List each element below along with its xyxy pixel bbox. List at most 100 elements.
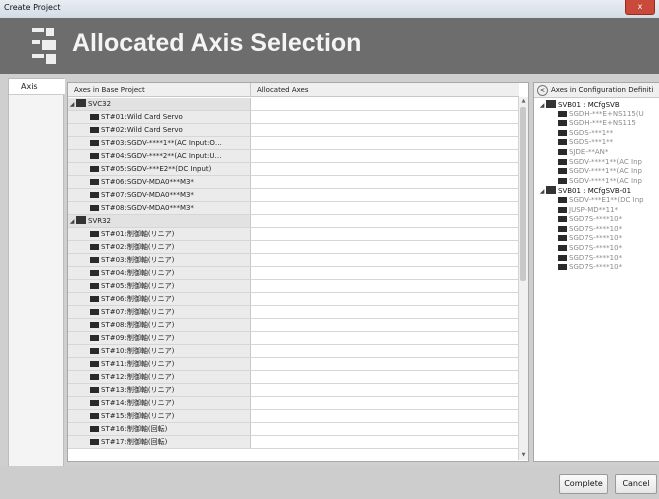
allocated-axis-cell[interactable] <box>251 150 520 162</box>
scroll-up-icon[interactable]: ▲ <box>519 97 528 106</box>
config-device-node[interactable]: SGDS-***1** <box>558 138 613 147</box>
allocated-axis-cell[interactable] <box>251 384 520 396</box>
config-device-node[interactable]: SGD7S-****10* <box>558 254 622 263</box>
base-axis-cell[interactable]: ST#11:制御軸(リニア) <box>68 358 251 370</box>
expand-triangle-icon[interactable]: ◢ <box>68 216 76 227</box>
allocated-axis-cell[interactable] <box>251 371 520 383</box>
config-device-node[interactable]: SGDV-***E1**(DC Inp <box>558 196 644 205</box>
allocated-axis-cell[interactable] <box>251 332 520 344</box>
expand-triangle-icon[interactable]: ◢ <box>538 187 546 196</box>
base-axis-cell[interactable]: ST#05:SGDV-***E2**(DC Input) <box>68 163 251 175</box>
base-axis-cell[interactable]: ST#03:制御軸(リニア) <box>68 254 251 266</box>
allocated-axis-cell[interactable] <box>251 358 520 370</box>
base-axis-cell[interactable]: ST#02:制御軸(リニア) <box>68 241 251 253</box>
table-group-row[interactable]: ◢ SVC32 <box>68 98 520 111</box>
col-header-base[interactable]: Axes in Base Project <box>68 83 251 97</box>
table-row[interactable]: ST#01:制御軸(リニア) <box>68 228 520 241</box>
base-axis-cell[interactable]: ST#07:制御軸(リニア) <box>68 306 251 318</box>
table-row[interactable]: ST#07:制御軸(リニア) <box>68 306 520 319</box>
config-device-node[interactable]: SGD7S-****10* <box>558 225 622 234</box>
allocated-axis-cell[interactable] <box>251 215 520 227</box>
expand-triangle-icon[interactable]: ◢ <box>538 101 546 110</box>
config-device-node[interactable]: SGDV-****1**(AC Inp <box>558 158 642 167</box>
table-row[interactable]: ST#10:制御軸(リニア) <box>68 345 520 358</box>
config-device-node[interactable]: JUSP-MD**11* <box>558 206 618 215</box>
allocated-axis-cell[interactable] <box>251 176 520 188</box>
table-row[interactable]: ST#03:制御軸(リニア) <box>68 254 520 267</box>
config-device-node[interactable]: SGDS-***1** <box>558 129 613 138</box>
config-group-node[interactable]: ◢ SVB01 : MCfgSVB <box>538 100 620 109</box>
allocated-axis-cell[interactable] <box>251 306 520 318</box>
allocated-axis-cell[interactable] <box>251 124 520 136</box>
table-row[interactable]: ST#01:Wild Card Servo <box>68 111 520 124</box>
base-axis-cell[interactable]: ST#08:制御軸(リニア) <box>68 319 251 331</box>
base-axis-cell[interactable]: ST#06:制御軸(リニア) <box>68 293 251 305</box>
table-row[interactable]: ST#04:制御軸(リニア) <box>68 267 520 280</box>
config-device-node[interactable]: SJDE-**AN* <box>558 148 608 157</box>
table-row[interactable]: ST#05:制御軸(リニア) <box>68 280 520 293</box>
base-axis-cell[interactable]: ST#01:Wild Card Servo <box>68 111 251 123</box>
allocated-axis-cell[interactable] <box>251 397 520 409</box>
table-row[interactable]: ST#14:制御軸(リニア) <box>68 397 520 410</box>
base-axis-cell[interactable]: ST#17:制御軸(回転) <box>68 436 251 448</box>
allocated-axis-cell[interactable] <box>251 410 520 422</box>
table-row[interactable]: ST#02:Wild Card Servo <box>68 124 520 137</box>
config-group-node[interactable]: ◢ SVB01 : MCfgSVB-01 <box>538 186 631 195</box>
base-axis-cell[interactable]: ST#15:制御軸(リニア) <box>68 410 251 422</box>
expand-triangle-icon[interactable]: ◢ <box>68 99 76 110</box>
base-axis-cell[interactable]: ST#04:SGDV-****2**(AC Input:U… <box>68 150 251 162</box>
table-row[interactable]: ST#13:制御軸(リニア) <box>68 384 520 397</box>
base-axis-cell[interactable]: ◢ SVR32 <box>68 215 251 227</box>
config-device-node[interactable]: SGDV-****1**(AC Inp <box>558 177 642 186</box>
allocated-axis-cell[interactable] <box>251 228 520 240</box>
config-device-node[interactable]: SGD7S-****10* <box>558 215 622 224</box>
base-axis-cell[interactable]: ST#05:制御軸(リニア) <box>68 280 251 292</box>
table-row[interactable]: ST#07:SGDV-MDA0***M3* <box>68 189 520 202</box>
table-row[interactable]: ST#09:制御軸(リニア) <box>68 332 520 345</box>
table-row[interactable]: ST#04:SGDV-****2**(AC Input:U… <box>68 150 520 163</box>
base-axis-cell[interactable]: ST#03:SGDV-****1**(AC Input:O… <box>68 137 251 149</box>
base-axis-cell[interactable]: ST#02:Wild Card Servo <box>68 124 251 136</box>
config-device-node[interactable]: SGDH-***E+NS115(U <box>558 110 644 119</box>
allocated-axis-cell[interactable] <box>251 267 520 279</box>
allocated-axis-cell[interactable] <box>251 293 520 305</box>
base-axis-cell[interactable]: ST#16:制御軸(回転) <box>68 423 251 435</box>
scroll-thumb[interactable] <box>520 107 526 281</box>
table-row[interactable]: ST#12:制御軸(リニア) <box>68 371 520 384</box>
config-device-node[interactable]: SGD7S-****10* <box>558 234 622 243</box>
allocated-axis-cell[interactable] <box>251 436 520 448</box>
table-row[interactable]: ST#06:SGDV-MDA0***M3* <box>68 176 520 189</box>
allocated-axis-cell[interactable] <box>251 254 520 266</box>
close-button[interactable]: x <box>625 0 655 15</box>
base-axis-cell[interactable]: ST#13:制御軸(リニア) <box>68 384 251 396</box>
base-axis-cell[interactable]: ST#01:制御軸(リニア) <box>68 228 251 240</box>
table-group-row[interactable]: ◢ SVR32 <box>68 215 520 228</box>
cancel-button[interactable]: Cancel <box>615 474 657 494</box>
table-row[interactable]: ST#02:制御軸(リニア) <box>68 241 520 254</box>
allocated-axis-cell[interactable] <box>251 137 520 149</box>
table-row[interactable]: ST#15:制御軸(リニア) <box>68 410 520 423</box>
base-axis-cell[interactable]: ◢ SVC32 <box>68 98 251 110</box>
scroll-down-icon[interactable]: ▼ <box>519 451 528 460</box>
base-axis-cell[interactable]: ST#07:SGDV-MDA0***M3* <box>68 189 251 201</box>
allocated-axis-cell[interactable] <box>251 98 520 110</box>
base-axis-cell[interactable]: ST#10:制御軸(リニア) <box>68 345 251 357</box>
base-axis-cell[interactable]: ST#12:制御軸(リニア) <box>68 371 251 383</box>
base-axis-cell[interactable]: ST#14:制御軸(リニア) <box>68 397 251 409</box>
collapse-left-icon[interactable]: < <box>537 85 548 96</box>
base-axis-cell[interactable]: ST#09:制御軸(リニア) <box>68 332 251 344</box>
allocated-axis-cell[interactable] <box>251 319 520 331</box>
allocated-axis-cell[interactable] <box>251 345 520 357</box>
table-row[interactable]: ST#08:SGDV-MDA0***M3* <box>68 202 520 215</box>
allocated-axis-cell[interactable] <box>251 111 520 123</box>
complete-button[interactable]: Complete <box>559 474 608 494</box>
table-row[interactable]: ST#17:制御軸(回転) <box>68 436 520 449</box>
base-axis-cell[interactable]: ST#08:SGDV-MDA0***M3* <box>68 202 251 214</box>
config-device-node[interactable]: SGDH-***E+NS115 <box>558 119 636 128</box>
allocated-axis-cell[interactable] <box>251 189 520 201</box>
config-device-node[interactable]: SGD7S-****10* <box>558 244 622 253</box>
base-axis-cell[interactable]: ST#04:制御軸(リニア) <box>68 267 251 279</box>
allocated-axis-cell[interactable] <box>251 202 520 214</box>
table-row[interactable]: ST#11:制御軸(リニア) <box>68 358 520 371</box>
table-row[interactable]: ST#08:制御軸(リニア) <box>68 319 520 332</box>
